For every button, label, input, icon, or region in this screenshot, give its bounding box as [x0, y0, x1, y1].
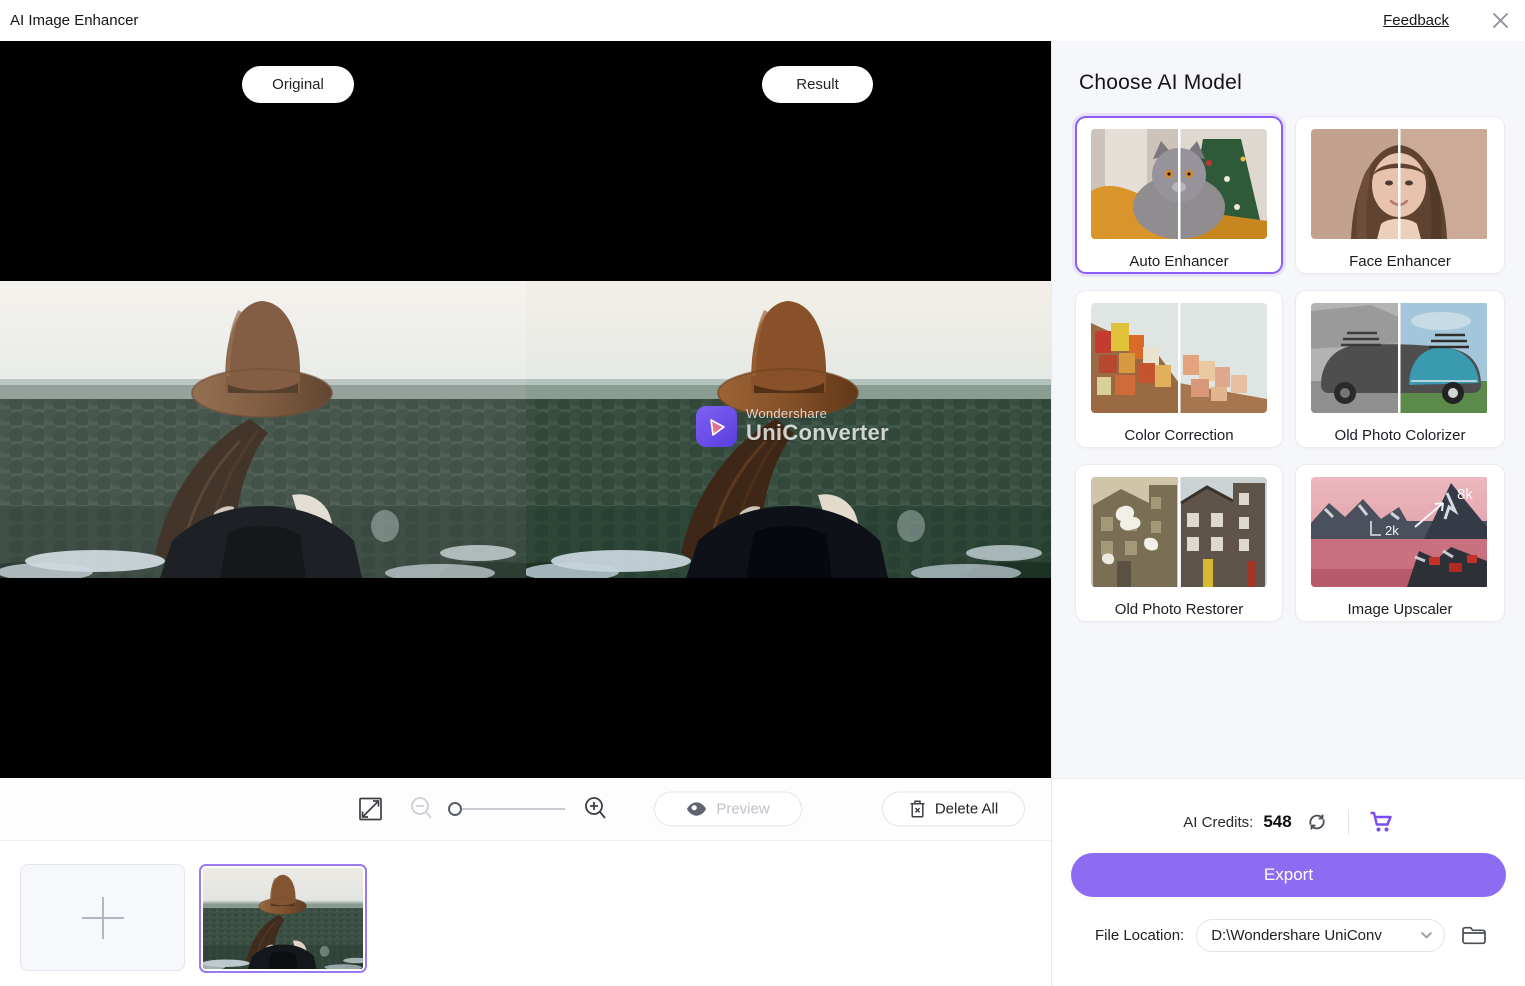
- file-location-label: File Location:: [1095, 927, 1185, 944]
- export-section: AI Credits: 548 Export File Location: D:…: [1052, 778, 1525, 986]
- refresh-credits-icon[interactable]: [1306, 811, 1328, 833]
- plus-icon: [81, 896, 124, 939]
- ai-credits-value: 548: [1263, 812, 1292, 831]
- model-card-old-photo-restorer[interactable]: Old Photo Restorer: [1075, 464, 1283, 622]
- cart-icon[interactable]: [1369, 811, 1394, 833]
- file-location-select[interactable]: D:\Wondershare UniConv: [1196, 919, 1446, 952]
- watermark-product: UniConverter: [746, 420, 889, 445]
- add-image-button[interactable]: [20, 864, 185, 971]
- compare-icon[interactable]: [357, 796, 384, 823]
- panel-title: Choose AI Model: [1079, 71, 1242, 94]
- close-icon[interactable]: [1489, 10, 1511, 32]
- original-label-pill: Original: [242, 66, 354, 103]
- export-button[interactable]: Export: [1071, 853, 1506, 897]
- model-label: Old Photo Restorer: [1114, 600, 1244, 618]
- old-photo-colorizer-preview: [1311, 303, 1489, 413]
- model-chooser: Choose AI Model Auto Enhancer Face Enhan…: [1052, 41, 1525, 778]
- watermark: Wondershare UniConverter: [696, 406, 889, 447]
- image-upscaler-preview: 2k 8k: [1311, 477, 1489, 587]
- eye-icon: [687, 802, 707, 816]
- uniconverter-logo-icon: [696, 406, 737, 447]
- preview-canvas: Original Result Wondershare UniConverter: [0, 41, 1051, 778]
- zoom-slider-track[interactable]: [455, 808, 565, 810]
- zoom-in-icon[interactable]: [583, 796, 608, 822]
- zoom-out-icon[interactable]: [409, 796, 434, 822]
- watermark-brand: Wondershare: [746, 406, 828, 421]
- window-title: AI Image Enhancer: [10, 12, 139, 29]
- model-label: Image Upscaler: [1347, 600, 1453, 618]
- trash-icon: [910, 800, 925, 818]
- comparison-strip: Wondershare UniConverter: [0, 281, 1051, 578]
- thumbnail-strip: [0, 840, 1051, 986]
- face-enhancer-preview: [1311, 129, 1489, 239]
- upscaler-8k-badge: 8k: [1457, 486, 1473, 503]
- file-location-row: File Location: D:\Wondershare UniConv: [1095, 919, 1525, 952]
- divider: [1347, 809, 1349, 835]
- model-label: Face Enhancer: [1349, 252, 1451, 270]
- original-image: [0, 281, 526, 578]
- delete-all-button-label: Delete All: [934, 800, 999, 818]
- model-card-face-enhancer[interactable]: Face Enhancer: [1295, 116, 1505, 274]
- model-card-color-correction[interactable]: Color Correction: [1075, 290, 1283, 448]
- model-label: Color Correction: [1124, 426, 1234, 444]
- credits-row: AI Credits: 548: [1052, 809, 1525, 835]
- editor-area: Original Result Wondershare UniConverter…: [0, 41, 1052, 986]
- old-photo-restorer-preview: [1091, 477, 1267, 587]
- feedback-link[interactable]: Feedback: [1383, 12, 1449, 29]
- model-card-old-photo-colorizer[interactable]: Old Photo Colorizer: [1295, 290, 1505, 448]
- model-label: Old Photo Colorizer: [1334, 426, 1466, 444]
- result-label-pill: Result: [762, 66, 873, 103]
- model-label: Auto Enhancer: [1129, 252, 1229, 270]
- side-panel: Choose AI Model Auto Enhancer Face Enhan…: [1052, 41, 1525, 986]
- preview-button[interactable]: Preview: [654, 791, 802, 827]
- model-card-image-upscaler[interactable]: 2k 8k Image Upscaler: [1295, 464, 1505, 622]
- ai-credits-label: AI Credits:: [1183, 813, 1254, 831]
- zoom-slider-knob[interactable]: [448, 802, 462, 816]
- title-bar: AI Image Enhancer Feedback: [0, 0, 1525, 41]
- color-correction-preview: [1091, 303, 1267, 413]
- upscaler-2k-badge: 2k: [1385, 523, 1399, 538]
- auto-enhancer-preview: [1091, 129, 1267, 239]
- result-image: Wondershare UniConverter: [526, 281, 1051, 578]
- delete-all-button[interactable]: Delete All: [882, 791, 1025, 827]
- model-cards: Auto Enhancer Face Enhancer Color Correc…: [1075, 116, 1525, 622]
- open-folder-icon[interactable]: [1461, 925, 1487, 946]
- image-thumbnail-selected[interactable]: [199, 864, 367, 973]
- preview-button-label: Preview: [716, 800, 770, 818]
- model-card-auto-enhancer[interactable]: Auto Enhancer: [1075, 116, 1283, 274]
- preview-toolbar: Preview Delete All: [0, 778, 1051, 840]
- chevron-down-icon: [1421, 932, 1433, 939]
- file-location-value: D:\Wondershare UniConv: [1211, 927, 1382, 944]
